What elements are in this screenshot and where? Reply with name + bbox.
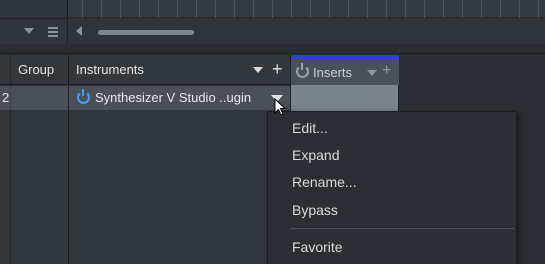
add-instrument-icon[interactable]: + (272, 59, 283, 79)
ruler-tick (386, 0, 387, 18)
inserts-header[interactable]: Inserts + (291, 59, 399, 85)
ruler-tick (196, 0, 197, 18)
ruler-tick (462, 0, 463, 18)
ruler-divider (0, 18, 68, 19)
ruler-tick (481, 0, 482, 18)
channel-group-cell[interactable] (10, 86, 68, 110)
chevron-down-icon[interactable] (367, 70, 377, 76)
ruler-tick (348, 0, 349, 18)
ruler-tick (158, 0, 159, 18)
ruler-tick (405, 0, 406, 18)
ruler-tick (329, 0, 330, 18)
power-icon-stem (301, 63, 303, 70)
menu-item-rename[interactable]: Rename... (268, 169, 516, 196)
ruler-tick (500, 0, 501, 18)
ruler-tick (272, 0, 273, 18)
ruler-tick (215, 0, 216, 18)
ruler-tick (538, 0, 539, 18)
ruler-tick (443, 0, 444, 18)
instruments-column-label: Instruments (76, 62, 144, 77)
channel-number: 2 (0, 86, 10, 110)
instruments-column-header[interactable]: Instruments + (68, 55, 290, 85)
chevron-down-icon[interactable] (253, 67, 263, 73)
instrument-context-menu: Edit... Expand Rename... Bypass Favorite (267, 111, 517, 264)
ruler-tick (519, 0, 520, 18)
chevron-down-icon[interactable] (24, 28, 34, 34)
instrument-slot[interactable]: Synthesizer V Studio ..ugin (68, 86, 290, 110)
track-list-header (0, 0, 68, 44)
ruler-tick (234, 0, 235, 18)
ruler-tick (120, 0, 121, 18)
channel-number-column (0, 110, 10, 264)
ruler-tick (367, 0, 368, 18)
channel-number-header (0, 55, 10, 85)
scroll-left-icon[interactable] (76, 26, 82, 36)
instrument-name[interactable]: Synthesizer V Studio ..ugin (95, 90, 251, 105)
ruler-tick (424, 0, 425, 18)
inserts-label: Inserts (313, 65, 353, 80)
ruler-tick (139, 0, 140, 18)
panel-divider[interactable] (0, 44, 545, 54)
ruler-tick (82, 0, 83, 18)
menu-separator (290, 228, 514, 229)
menu-item-favorite[interactable]: Favorite (268, 234, 516, 261)
ruler-tick (310, 0, 311, 18)
timeline-ruler[interactable] (68, 0, 545, 18)
menu-item-bypass[interactable]: Bypass (268, 197, 516, 224)
horizontal-scrollbar[interactable] (68, 22, 545, 42)
add-insert-icon[interactable]: + (382, 62, 391, 80)
instruments-column (68, 110, 290, 264)
group-column-header[interactable]: Group (10, 55, 68, 85)
group-column-label: Group (18, 62, 55, 77)
mouse-cursor-icon (274, 98, 287, 116)
scroll-thumb[interactable] (98, 30, 194, 35)
timeline-area (68, 0, 545, 44)
menu-item-edit[interactable]: Edit... (268, 115, 516, 142)
power-icon-stem (82, 89, 84, 96)
ruler-tick (291, 0, 292, 18)
menu-item-expand[interactable]: Expand (268, 142, 516, 169)
ruler-tick (253, 0, 254, 18)
group-column (10, 110, 68, 264)
ruler-tick (101, 0, 102, 18)
menu-icon[interactable] (48, 27, 58, 39)
ruler-tick (177, 0, 178, 18)
